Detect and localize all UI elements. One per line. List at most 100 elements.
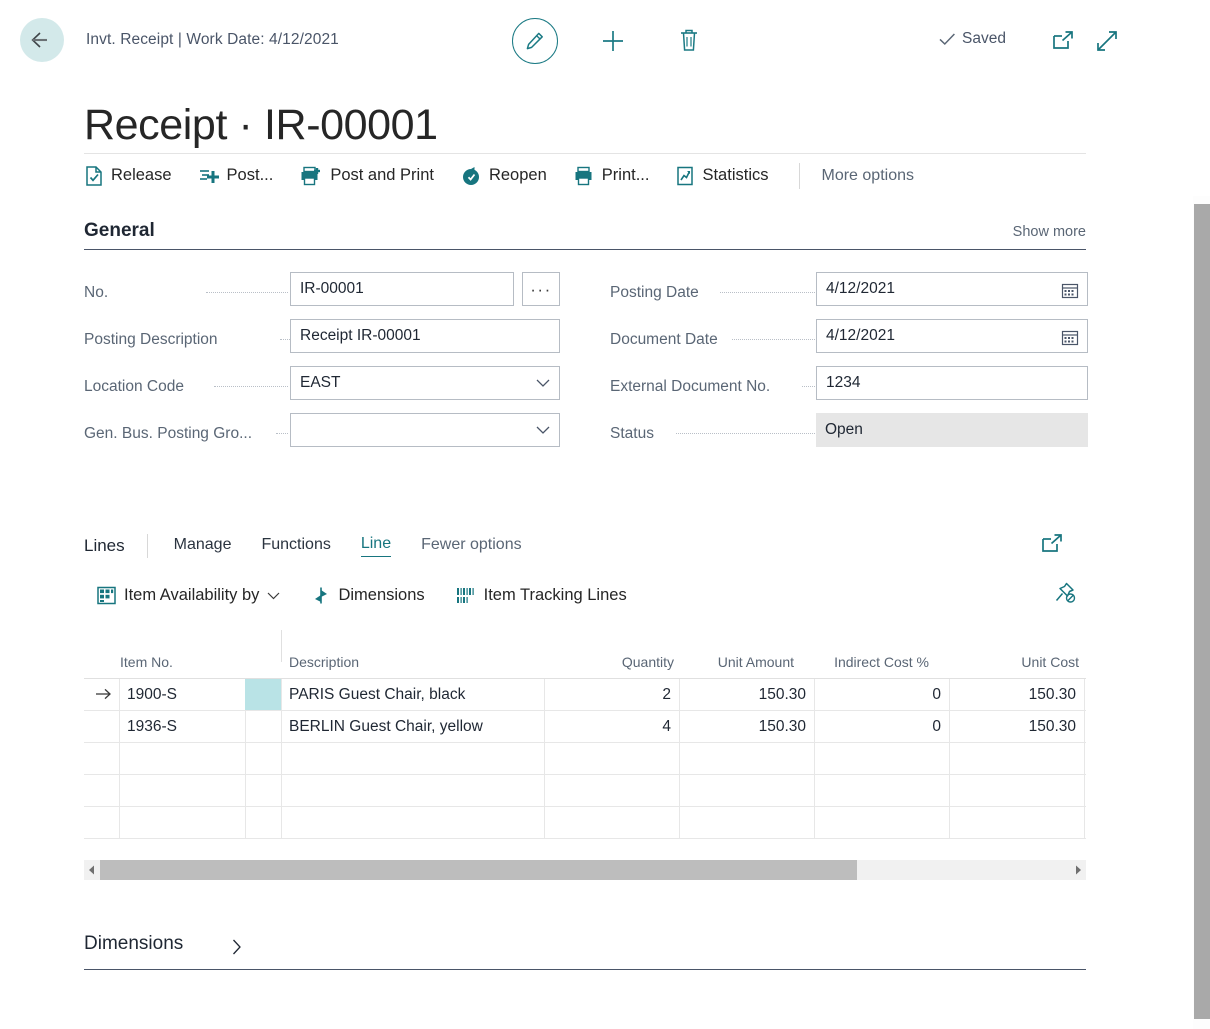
lines-tab-manage[interactable]: Manage <box>174 536 232 557</box>
lines-toolbar: Lines Manage Functions Line Fewer option… <box>84 528 1086 564</box>
gen-bus-posting-group-dropdown[interactable] <box>290 413 560 447</box>
open-in-new-window-button[interactable] <box>1050 28 1078 54</box>
cell-item-no[interactable]: 1936-S <box>119 711 245 742</box>
scroll-right-button[interactable] <box>1070 860 1086 880</box>
location-code-dropdown[interactable]: EAST <box>290 366 560 400</box>
trash-icon <box>681 29 697 51</box>
ribbon-release-button[interactable]: Release <box>84 165 172 187</box>
cell-description[interactable]: BERLIN Guest Chair, yellow <box>281 711 544 742</box>
lines-tab-fewer-options[interactable]: Fewer options <box>421 536 522 557</box>
ribbon-item-label: Statistics <box>702 166 769 184</box>
column-header-quantity[interactable]: Quantity <box>554 654 674 670</box>
reopen-clock-icon <box>462 166 479 185</box>
lines-action-label: Item Availability by <box>124 585 260 604</box>
field-document-date: Document Date 4/12/2021 <box>610 319 1088 366</box>
ribbon-reopen-button[interactable]: Reopen <box>460 165 547 187</box>
expand-diagonal-icon <box>1097 31 1117 51</box>
cell-divider <box>1084 679 1085 710</box>
column-header-unit-cost[interactable]: Unit Cost <box>939 654 1079 670</box>
back-button[interactable] <box>20 18 64 62</box>
table-row[interactable]: 1936-S BERLIN Guest Chair, yellow 4 150.… <box>84 711 1086 743</box>
lines-title: Lines <box>84 536 125 555</box>
field-posting-description: Posting Description Receipt IR-00001 <box>84 319 562 366</box>
expand-fullscreen-button[interactable] <box>1093 27 1121 55</box>
no-input[interactable]: IR-00001 <box>290 272 514 306</box>
field-value: 4/12/2021 <box>826 280 895 297</box>
external-document-no-input[interactable]: 1234 <box>816 366 1088 400</box>
document-date-input[interactable]: 4/12/2021 <box>816 319 1088 353</box>
page-vertical-scrollbar[interactable] <box>1193 196 1210 1029</box>
scroll-track[interactable] <box>100 860 1070 880</box>
posting-description-input[interactable]: Receipt IR-00001 <box>290 319 560 353</box>
cell-unit-cost[interactable]: 150.30 <box>949 679 1084 710</box>
table-row[interactable] <box>84 775 1086 807</box>
chevron-down-icon <box>268 592 280 599</box>
column-header-indirect-cost[interactable]: Indirect Cost % <box>794 654 929 670</box>
post-plus-icon <box>199 169 219 183</box>
chevron-down-icon <box>536 426 550 434</box>
new-record-button[interactable] <box>598 27 628 55</box>
cell-quantity[interactable]: 2 <box>544 679 679 710</box>
column-header-item-no[interactable]: Item No. <box>120 654 173 670</box>
table-row[interactable] <box>84 807 1086 839</box>
cell-indirect-cost[interactable]: 0 <box>814 711 949 742</box>
delete-record-button[interactable] <box>675 26 703 56</box>
lines-action-buttons: Item Availability by Dimensions Item Tra… <box>96 578 1086 612</box>
lines-separator <box>146 534 148 558</box>
item-availability-by-button[interactable]: Item Availability by <box>96 585 281 606</box>
ribbon-more-options-button[interactable]: More options <box>822 167 915 185</box>
posting-date-input[interactable]: 4/12/2021 <box>816 272 1088 306</box>
general-right-column: Posting Date 4/12/2021 Document Date 4/1… <box>610 272 1088 460</box>
ribbon-statistics-button[interactable]: Statistics <box>675 165 769 187</box>
row-options-button[interactable] <box>245 679 281 710</box>
ribbon-separator <box>798 162 800 189</box>
cell-unit-cost[interactable]: 150.30 <box>949 711 1084 742</box>
ribbon-item-label: Reopen <box>488 166 547 184</box>
table-row[interactable] <box>84 743 1086 775</box>
no-lookup-button[interactable]: ··· <box>522 272 560 306</box>
cell-unit-amount[interactable]: 150.30 <box>679 711 814 742</box>
dimensions-section-header[interactable]: Dimensions <box>84 930 1086 970</box>
cell-divider <box>245 711 246 742</box>
page-title: Receipt · IR-00001 <box>84 100 438 149</box>
item-tracking-lines-button[interactable]: Item Tracking Lines <box>455 585 627 606</box>
cell-quantity[interactable]: 4 <box>544 711 679 742</box>
field-value: EAST <box>300 374 341 391</box>
show-more-link[interactable]: Show more <box>1013 224 1086 240</box>
ribbon-print-button[interactable]: Print... <box>573 165 650 187</box>
unpin-button[interactable] <box>1052 580 1078 611</box>
header-divider <box>281 630 282 662</box>
lines-tab-line[interactable]: Line <box>360 535 392 557</box>
chevron-right-icon <box>233 939 241 955</box>
field-label: Document Date <box>610 331 718 348</box>
chevron-down-icon <box>536 379 550 387</box>
lines-tab-functions[interactable]: Functions <box>261 536 330 557</box>
row-selected-arrow-icon <box>96 688 111 700</box>
column-header-unit-amount[interactable]: Unit Amount <box>674 654 794 670</box>
cell-item-no[interactable]: 1900-S <box>119 679 245 710</box>
table-row[interactable]: 1900-S PARIS Guest Chair, black 2 150.30… <box>84 679 1086 711</box>
dimensions-button[interactable]: Dimensions <box>311 585 425 606</box>
lines-open-in-new-window-button[interactable] <box>1040 532 1066 561</box>
top-command-bar: Invt. Receipt | Work Date: 4/12/2021 Sav… <box>0 0 1210 78</box>
statistics-chart-icon <box>677 166 694 185</box>
item-tracking-icon <box>456 587 474 603</box>
cell-description[interactable]: PARIS Guest Chair, black <box>281 679 544 710</box>
open-in-new-window-icon <box>1053 31 1073 49</box>
grid-header-row: Item No. Description Quantity Unit Amoun… <box>84 630 1086 678</box>
page-scroll-thumb[interactable] <box>1194 204 1210 1019</box>
scroll-left-button[interactable] <box>84 860 100 880</box>
field-label: Status <box>610 425 654 442</box>
ribbon-item-label: Release <box>111 166 172 184</box>
column-header-description[interactable]: Description <box>289 654 359 670</box>
grid-horizontal-scrollbar[interactable] <box>84 860 1086 880</box>
edit-page-button[interactable] <box>512 18 558 64</box>
ribbon-item-label: Print... <box>601 166 650 184</box>
label-leader-dots <box>676 433 815 434</box>
lines-grid: Item No. Description Quantity Unit Amoun… <box>84 630 1086 839</box>
ribbon-post-and-print-button[interactable]: Post and Print <box>299 165 434 187</box>
scroll-thumb[interactable] <box>100 860 857 880</box>
cell-indirect-cost[interactable]: 0 <box>814 679 949 710</box>
cell-unit-amount[interactable]: 150.30 <box>679 679 814 710</box>
ribbon-post-button[interactable]: Post... <box>198 165 273 187</box>
